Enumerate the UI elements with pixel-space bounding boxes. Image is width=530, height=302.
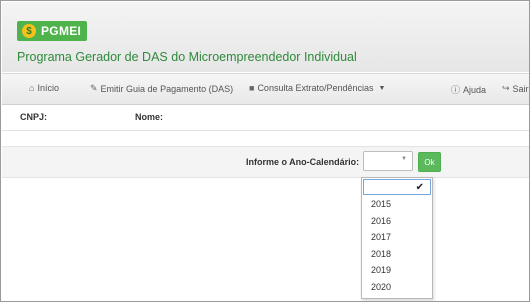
nav-item-label: Início (37, 83, 59, 93)
edit-icon: ✎ (90, 83, 98, 93)
checkmark-icon: ✔ (415, 181, 424, 193)
help-link[interactable]: ⓘ Ajuda (451, 83, 486, 96)
main-nav: ⌂ Início ✎ Emitir Guia de Pagamento (DAS… (2, 73, 529, 105)
exit-label: Sair (512, 83, 529, 94)
app-window: $ PGMEI Programa Gerador de DAS do Micro… (0, 0, 530, 302)
exit-link[interactable]: ↪ Sair (502, 83, 529, 94)
ok-button[interactable]: Ok (418, 152, 441, 172)
nav-item-label: Consulta Extrato/Pendências (257, 83, 374, 93)
year-option-blank[interactable]: ✔ (363, 179, 431, 195)
help-label: Ajuda (463, 84, 487, 95)
year-option[interactable]: 2017 (362, 229, 432, 246)
nav-item-inicio[interactable]: ⌂ Início (29, 83, 59, 93)
year-select[interactable]: ▼ (363, 151, 413, 171)
year-selection-bar: Informe o Ano-Calendário: ▼ Ok (2, 146, 529, 178)
year-dropdown-list: ✔ 2015 2016 2017 2018 2019 2020 (361, 177, 433, 299)
info-icon: ⓘ (451, 85, 461, 95)
name-label: Nome: (135, 112, 164, 122)
lock-icon: ■ (249, 83, 255, 93)
nav-item-emitir-guia[interactable]: ✎ Emitir Guia de Pagamento (DAS) (90, 83, 233, 94)
taxpayer-info: CNPJ: Nome: (2, 105, 529, 131)
pgmei-logo: $ PGMEI (17, 21, 87, 41)
chevron-down-icon: ▼ (401, 156, 407, 162)
year-option[interactable]: 2019 (362, 262, 432, 279)
year-option[interactable]: 2015 (362, 196, 432, 213)
year-option[interactable]: 2020 (362, 279, 432, 296)
logo-text: PGMEI (41, 24, 82, 38)
year-option[interactable]: 2018 (362, 246, 432, 263)
app-title: Programa Gerador de DAS do Microempreend… (17, 50, 357, 64)
sign-out-icon: ↪ (502, 83, 510, 93)
cnpj-label: CNPJ: (20, 112, 48, 122)
home-icon: ⌂ (29, 83, 35, 93)
app-header: $ PGMEI Programa Gerador de DAS do Micro… (2, 2, 529, 72)
year-label: Informe o Ano-Calendário: (246, 157, 360, 167)
year-option[interactable]: 2016 (362, 213, 432, 230)
nav-item-consulta-extrato[interactable]: ■ Consulta Extrato/Pendências ▼ (249, 83, 385, 93)
caret-down-icon: ▼ (378, 84, 386, 92)
nav-item-label: Emitir Guia de Pagamento (DAS) (100, 83, 234, 94)
logo-mark-icon: $ (22, 24, 36, 38)
